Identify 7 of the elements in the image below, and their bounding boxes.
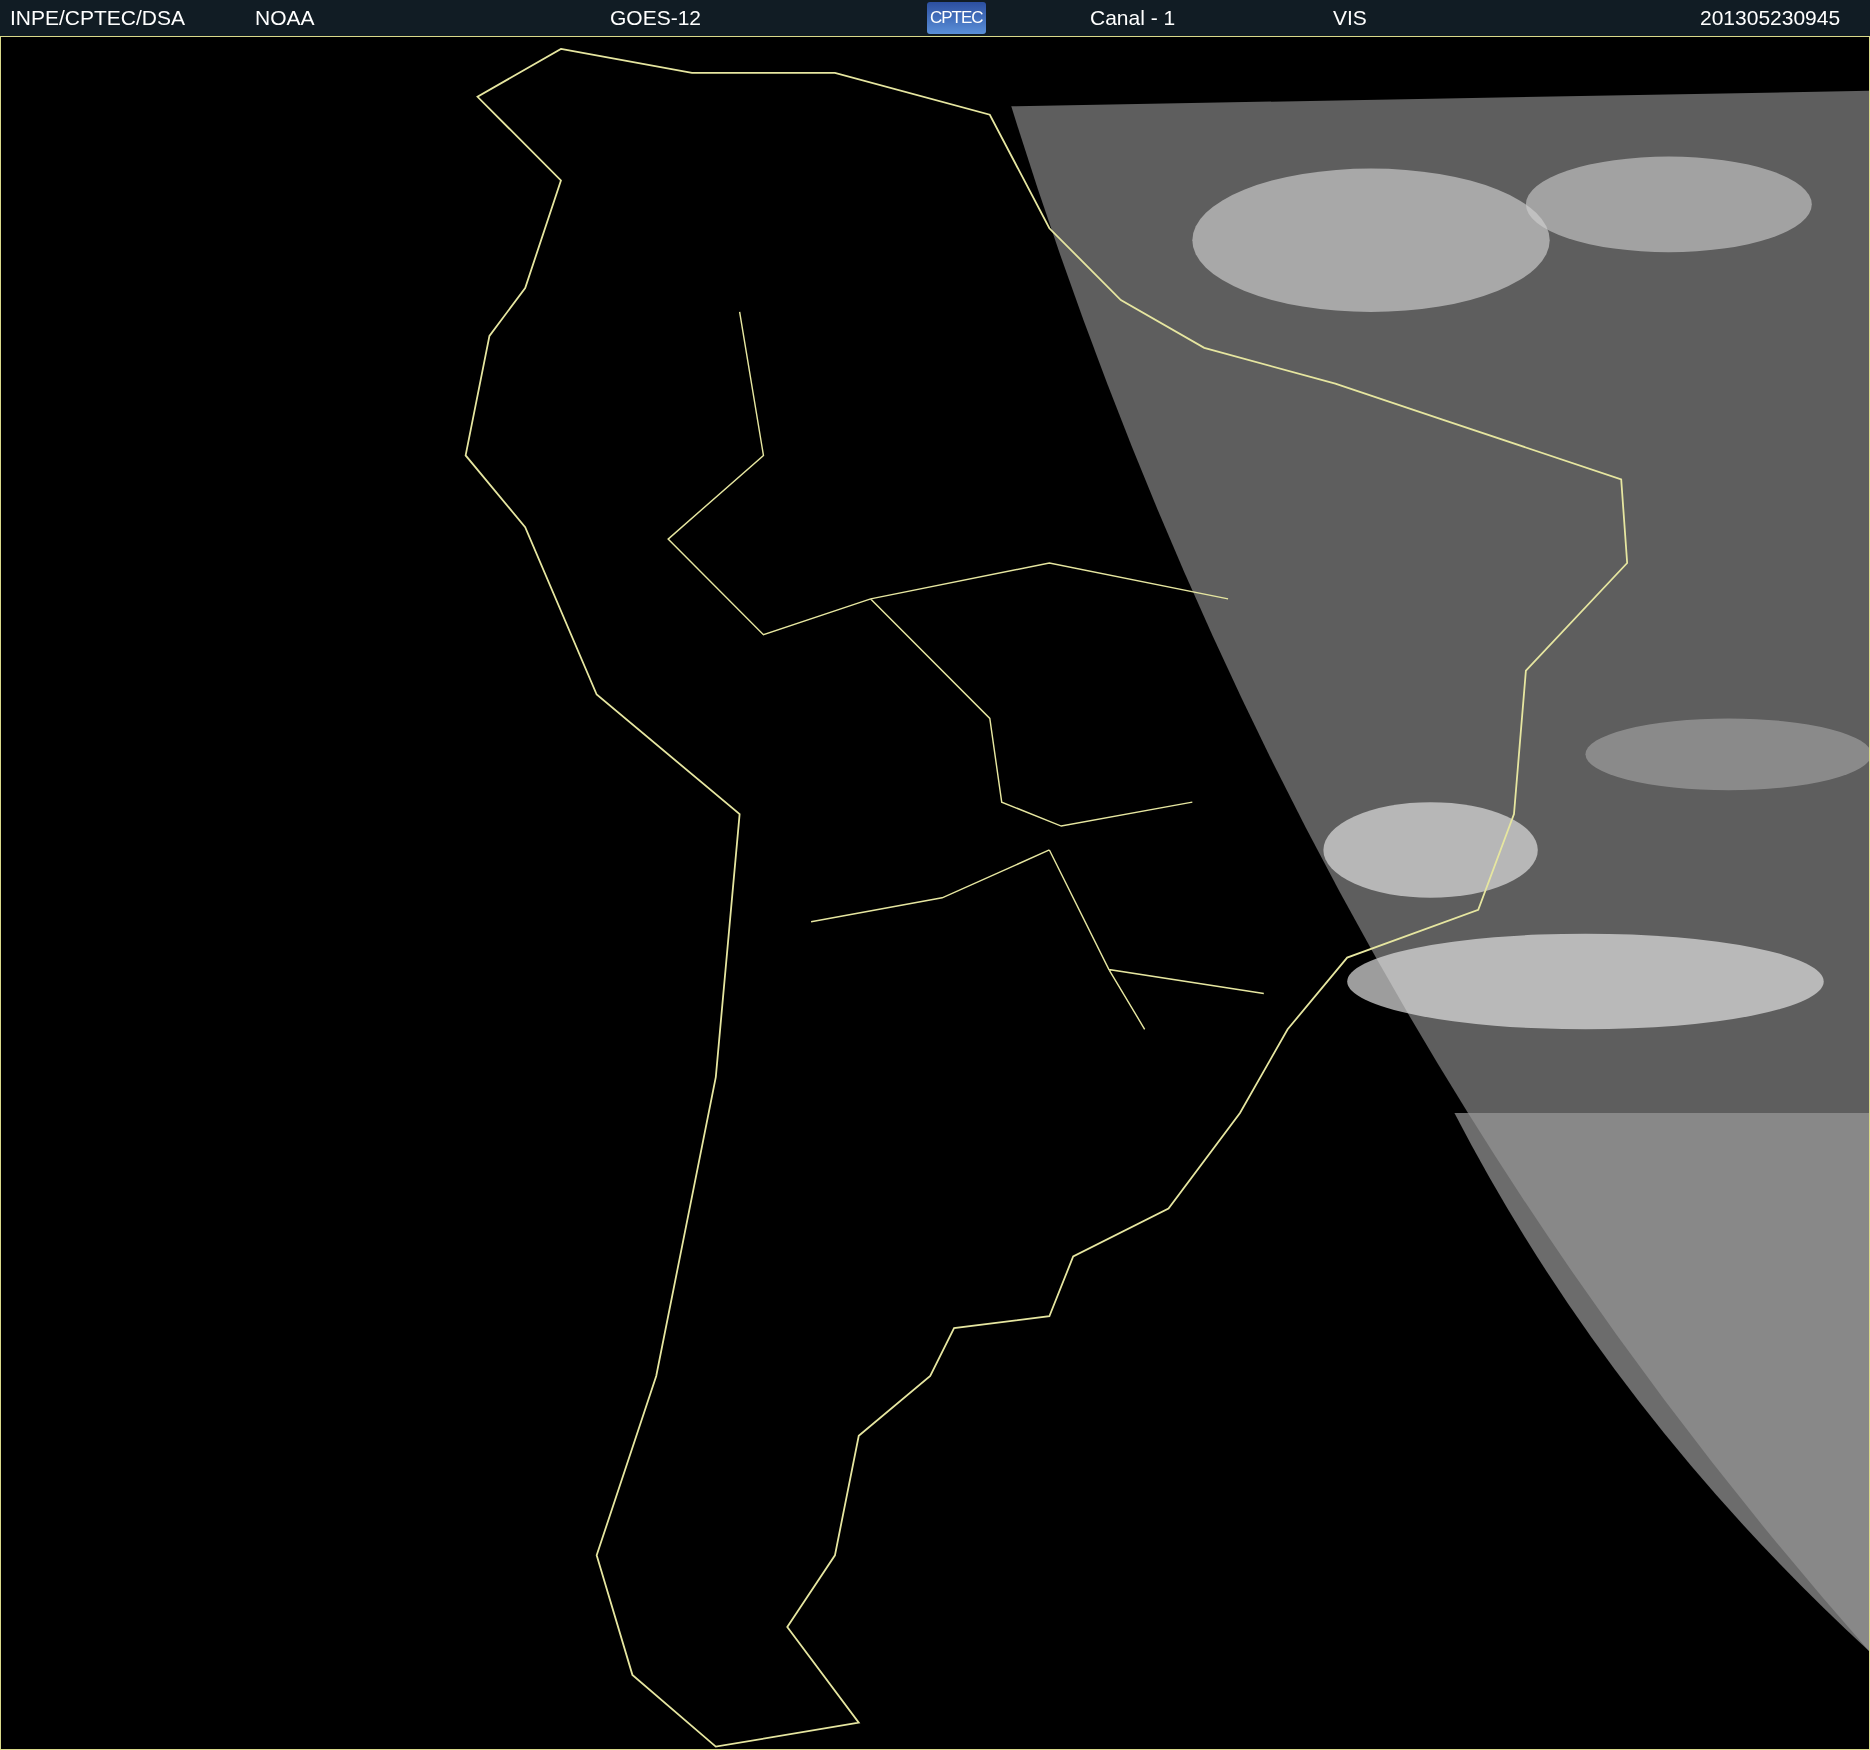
logo: CPTEC (927, 2, 986, 34)
header-label: 201305230945 (1700, 5, 1841, 32)
header-label: INPE/CPTEC/DSA (10, 5, 186, 32)
header-label: VIS (1333, 5, 1367, 32)
header-label: Canal - 1 (1090, 5, 1176, 32)
header-label: GOES-12 (610, 5, 702, 32)
header-label: NOAA (255, 5, 315, 32)
